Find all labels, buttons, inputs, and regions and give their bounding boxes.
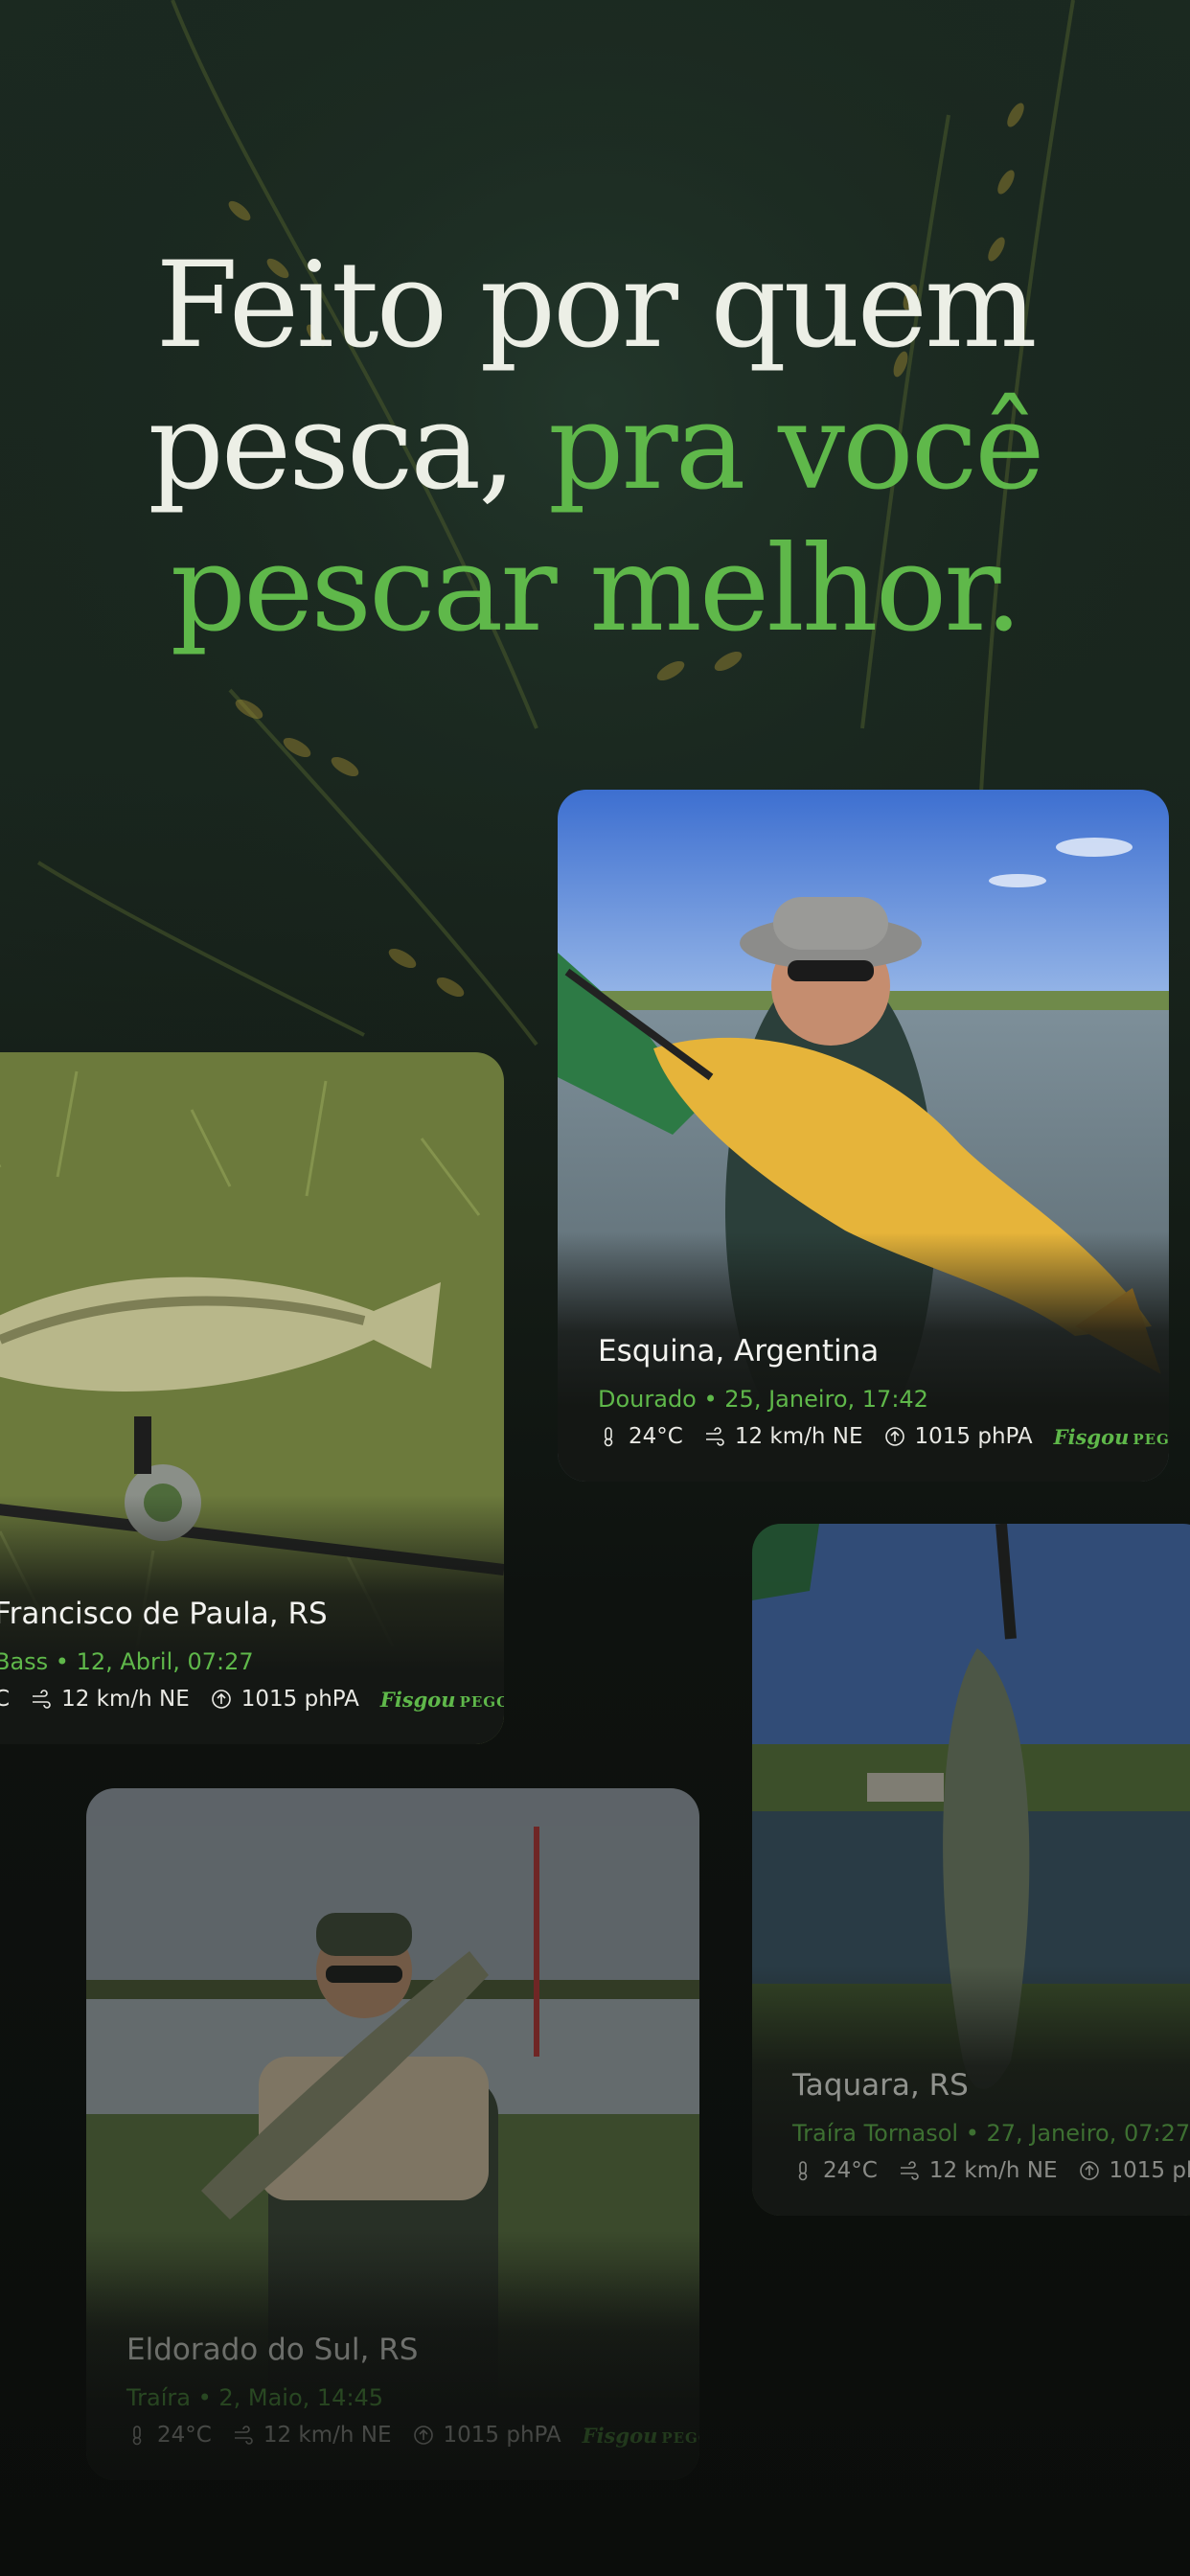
card-temperature: C [0, 1687, 11, 1712]
card-weather: C 12 km/h NE 1015 phPA FisgouPEGOU [0, 1687, 504, 1712]
catch-card-esquina[interactable]: Esquina, Argentina Dourado • 25, Janeiro… [558, 790, 1169, 1482]
card-location: Taquara, RS [792, 2068, 969, 2103]
headline-line-3: pescar melhor. [170, 520, 1023, 658]
thermometer-icon [132, 2426, 142, 2446]
brand-logo: FisgouPEGOU [582, 2423, 699, 2448]
card-species-date: Dourado • 25, Janeiro, 17:42 [598, 1386, 928, 1413]
card-info: Eldorado do Sul, RS Traíra • 2, Maio, 14… [126, 2333, 699, 2448]
thermometer-icon [604, 1427, 613, 1447]
card-species-date: Traíra • 2, Maio, 14:45 [126, 2384, 384, 2411]
card-pressure: 1015 phPA [443, 2423, 561, 2448]
card-info: Esquina, Argentina Dourado • 25, Janeiro… [598, 1334, 1169, 1449]
thermometer-icon [798, 2161, 808, 2181]
card-temperature: 24°C [157, 2423, 212, 2448]
card-species-date: Traíra Tornasol • 27, Janeiro, 07:27 [792, 2120, 1190, 2147]
card-wind: 12 km/h NE [61, 1687, 190, 1712]
headline-line-2: pesca, pra você [0, 377, 1190, 518]
card-info: Francisco de Paula, RS Bass • 12, Abril,… [0, 1597, 504, 1712]
headline-accent: pra você [548, 379, 1045, 517]
card-location: Francisco de Paula, RS [0, 1597, 328, 1631]
brand-logo: FisgouPEGOU [1053, 1424, 1169, 1449]
pressure-arrow-icon [1079, 2161, 1099, 2180]
card-location: Eldorado do Sul, RS [126, 2333, 419, 2367]
card-weather: 24°C 12 km/h NE 1015 phPA FisgouPEGOU [126, 2423, 699, 2448]
headline: Feito por quem pesca, pra você pescar me… [0, 235, 1190, 660]
card-wind: 12 km/h NE [928, 2158, 1058, 2183]
brand-logo: FisgouPEGOU [379, 1687, 504, 1712]
wind-icon [33, 1690, 51, 1709]
catch-card-eldorado-do-sul[interactable]: Eldorado do Sul, RS Traíra • 2, Maio, 14… [86, 1788, 699, 2480]
card-pressure: 1015 phPA [914, 1424, 1033, 1449]
wind-icon [705, 1427, 724, 1446]
pressure-arrow-icon [211, 1690, 231, 1709]
card-wind: 12 km/h NE [263, 2423, 392, 2448]
card-weather: 24°C 12 km/h NE 1015 phPA [792, 2158, 1190, 2183]
pressure-arrow-icon [413, 2426, 433, 2445]
promo-screen: Feito por quem pesca, pra você pescar me… [0, 0, 1190, 2576]
card-temperature: 24°C [629, 1424, 683, 1449]
card-pressure: 1015 phPA [1109, 2158, 1190, 2183]
card-temperature: 24°C [823, 2158, 878, 2183]
catch-card-taquara[interactable]: Taquara, RS Traíra Tornasol • 27, Janeir… [752, 1524, 1190, 2216]
card-wind: 12 km/h NE [734, 1424, 863, 1449]
pressure-arrow-icon [884, 1427, 904, 1446]
card-info: Taquara, RS Traíra Tornasol • 27, Janeir… [792, 2068, 1190, 2183]
wind-icon [234, 2426, 253, 2445]
catch-card-francisco-de-paula[interactable]: Francisco de Paula, RS Bass • 12, Abril,… [0, 1052, 504, 1744]
wind-icon [900, 2161, 919, 2180]
headline-line-1: Feito por quem [155, 237, 1037, 375]
card-species-date: Bass • 12, Abril, 07:27 [0, 1648, 254, 1675]
card-location: Esquina, Argentina [598, 1334, 880, 1368]
card-pressure: 1015 phPA [240, 1687, 359, 1712]
card-weather: 24°C 12 km/h NE 1015 phPA FisgouPEGOU [598, 1424, 1169, 1449]
headline-plain: pesca, [148, 379, 549, 517]
